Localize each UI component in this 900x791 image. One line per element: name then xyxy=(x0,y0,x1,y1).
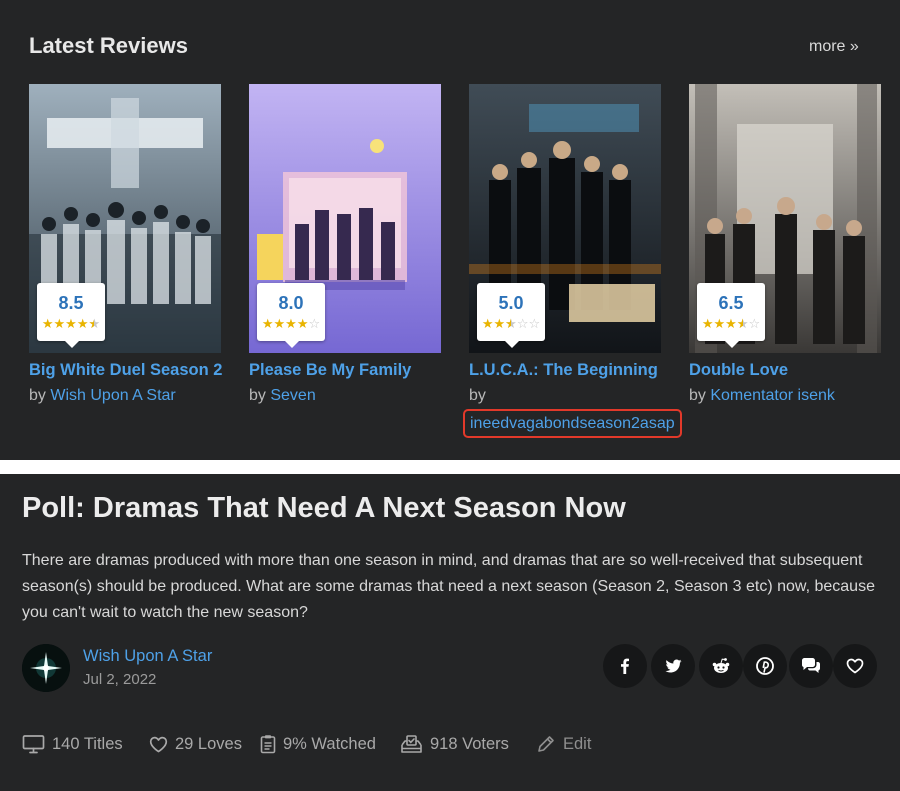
reviewer-link[interactable]: Wish Upon A Star xyxy=(50,387,175,404)
star-full-icon: ★ xyxy=(53,316,66,331)
star-half-icon: ★★ xyxy=(505,316,517,331)
drama-title-link[interactable]: Double Love xyxy=(689,361,881,380)
by-label: by xyxy=(29,387,46,404)
latest-reviews-panel: Latest Reviews more » 8.5 ★★★★★ Big Whit… xyxy=(0,0,900,460)
review-author: by ineedvagabondseason2asap xyxy=(463,385,682,438)
star-empty-icon: ☆ xyxy=(748,316,761,331)
poster-image[interactable]: 6.5 ★★★★★☆ xyxy=(689,84,881,353)
reddit-icon xyxy=(712,658,730,673)
by-label: by xyxy=(689,387,706,404)
star-full-icon: ★ xyxy=(725,316,737,331)
section-divider xyxy=(0,460,900,474)
rating-score: 8.0 xyxy=(278,293,304,313)
heart-icon xyxy=(846,658,864,674)
review-card: 8.5 ★★★★★★ Big White Duel Season 2 by Wi… xyxy=(29,84,222,406)
star-full-icon: ★ xyxy=(285,316,297,331)
reddit-share-button[interactable] xyxy=(699,644,743,688)
star-rating: ★★★★☆ xyxy=(257,317,325,331)
rating-badge: 8.0 ★★★★☆ xyxy=(257,283,325,348)
review-card: 8.0 ★★★★☆ Please Be My Family by Seven xyxy=(249,84,441,406)
drama-title-link[interactable]: L.U.C.A.: The Beginning xyxy=(469,361,661,380)
edit-button[interactable]: Edit xyxy=(536,732,591,756)
drama-title-link[interactable]: Please Be My Family xyxy=(249,361,441,380)
by-label: by xyxy=(249,387,266,404)
review-author: by Wish Upon A Star xyxy=(29,385,221,406)
twitter-share-button[interactable] xyxy=(651,644,695,688)
rating-score: 6.5 xyxy=(718,293,744,313)
star-empty-icon: ☆ xyxy=(516,316,529,331)
poll-description: There are dramas produced with more than… xyxy=(22,552,875,621)
author-link[interactable]: Wish Upon A Star xyxy=(83,647,212,666)
pinterest-icon xyxy=(756,657,774,675)
star-half-icon: ★★ xyxy=(736,316,749,331)
edit-label: Edit xyxy=(563,734,592,753)
star-full-icon: ★ xyxy=(481,316,494,331)
by-label: by xyxy=(469,387,486,404)
avatar[interactable] xyxy=(22,644,70,692)
loves-stat[interactable]: 29 Loves xyxy=(149,732,242,756)
star-full-icon: ★ xyxy=(296,316,309,331)
reviewer-link-highlighted[interactable]: ineedvagabondseason2asap xyxy=(463,409,682,438)
star-full-icon: ★ xyxy=(273,316,286,331)
voters-stat[interactable]: 918 Voters xyxy=(400,732,509,756)
star-half-icon: ★★ xyxy=(88,316,101,331)
pinterest-share-button[interactable] xyxy=(743,644,787,688)
star-empty-icon: ☆ xyxy=(308,316,321,331)
rating-badge: 6.5 ★★★★★☆ xyxy=(697,283,765,348)
star-full-icon: ★ xyxy=(76,316,89,331)
facebook-icon xyxy=(621,658,629,674)
heart-outline-icon xyxy=(149,736,168,752)
titles-count: 140 Titles xyxy=(52,734,123,753)
twitter-icon xyxy=(665,659,681,673)
star-full-icon: ★ xyxy=(713,316,726,331)
review-card: 5.0 ★★★★☆☆ L.U.C.A.: The Beginning by in… xyxy=(463,84,682,438)
star-empty-icon: ☆ xyxy=(528,316,541,331)
reviewer-link[interactable]: Komentator isenk xyxy=(710,387,835,404)
pencil-icon xyxy=(538,736,554,752)
loves-count: 29 Loves xyxy=(175,734,242,753)
watched-percent: 9% Watched xyxy=(283,734,376,753)
star-full-icon: ★ xyxy=(261,316,274,331)
poster-image[interactable]: 5.0 ★★★★☆☆ xyxy=(469,84,661,353)
review-author: by Komentator isenk xyxy=(689,385,881,406)
monitor-icon xyxy=(22,735,45,754)
more-reviews-link[interactable]: more » xyxy=(809,38,859,56)
poster-image[interactable]: 8.0 ★★★★☆ xyxy=(249,84,441,353)
review-card: 6.5 ★★★★★☆ Double Love by Komentator ise… xyxy=(689,84,881,406)
poll-panel: Poll: Dramas That Need A Next Season Now… xyxy=(0,474,900,791)
rating-score: 5.0 xyxy=(498,293,524,313)
rating-badge: 8.5 ★★★★★★ xyxy=(37,283,105,348)
star-full-icon: ★ xyxy=(41,316,54,331)
poll-title: Poll: Dramas That Need A Next Season Now xyxy=(22,492,626,524)
titles-stat[interactable]: 140 Titles xyxy=(22,732,123,756)
post-date: Jul 2, 2022 xyxy=(83,671,157,688)
star-full-icon: ★ xyxy=(701,316,714,331)
love-button[interactable] xyxy=(833,644,877,688)
poster-image[interactable]: 8.5 ★★★★★★ xyxy=(29,84,221,353)
watched-stat[interactable]: 9% Watched xyxy=(260,732,376,756)
rating-badge: 5.0 ★★★★☆☆ xyxy=(477,283,545,348)
rating-score: 8.5 xyxy=(58,293,84,313)
review-author: by Seven xyxy=(249,385,441,406)
star-rating: ★★★★★☆ xyxy=(697,317,765,331)
star-full-icon: ★ xyxy=(493,316,506,331)
section-title: Latest Reviews xyxy=(29,33,188,58)
star-full-icon: ★ xyxy=(65,316,77,331)
drama-title-link[interactable]: Big White Duel Season 2 xyxy=(29,361,222,380)
voters-count: 918 Voters xyxy=(430,734,509,753)
comments-icon xyxy=(802,658,820,673)
reviewer-link[interactable]: Seven xyxy=(270,387,315,404)
facebook-share-button[interactable] xyxy=(603,644,647,688)
comments-button[interactable] xyxy=(789,644,833,688)
ballot-box-icon xyxy=(401,735,422,753)
clipboard-icon xyxy=(260,735,276,754)
star-rating: ★★★★☆☆ xyxy=(477,317,545,331)
star-rating: ★★★★★★ xyxy=(37,317,105,331)
